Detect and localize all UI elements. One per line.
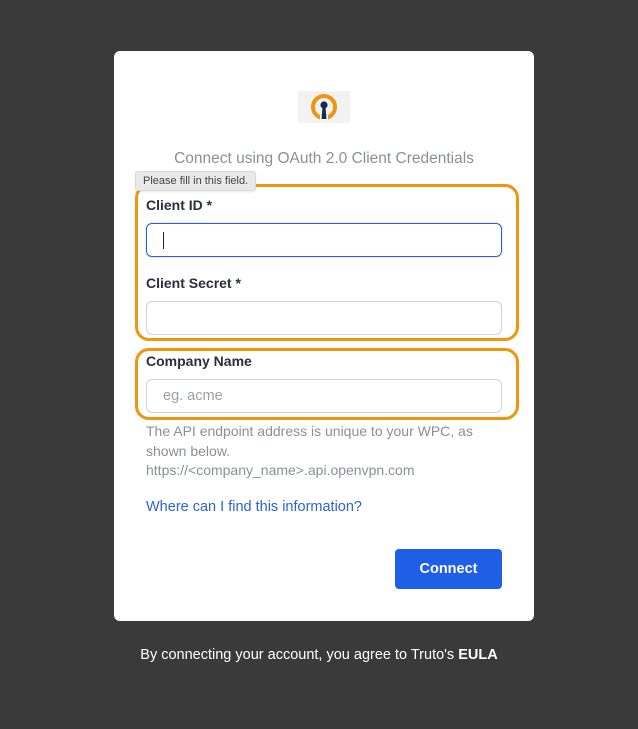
connect-button[interactable]: Connect xyxy=(395,549,502,589)
client-secret-input[interactable] xyxy=(146,301,502,335)
footer-agreement: By connecting your account, you agree to… xyxy=(0,647,638,663)
help-link[interactable]: Where can I find this information? xyxy=(146,499,362,515)
client-id-label: Client ID * xyxy=(146,197,213,213)
text-caret xyxy=(163,232,164,249)
validation-tooltip: Please fill in this field. xyxy=(135,171,257,191)
help-text-endpoint: https://<company_name>.api.openvpn.com xyxy=(146,462,415,478)
logo xyxy=(298,91,350,123)
eula-link[interactable]: EULA xyxy=(458,647,497,663)
help-text-line1: The API endpoint address is unique to yo… xyxy=(146,423,473,459)
dialog-subtitle: Connect using OAuth 2.0 Client Credentia… xyxy=(174,150,474,167)
connect-dialog: Connect using OAuth 2.0 Client Credentia… xyxy=(114,51,534,621)
company-name-input[interactable] xyxy=(146,379,502,413)
help-text: The API endpoint address is unique to yo… xyxy=(146,422,506,481)
client-id-input[interactable] xyxy=(146,223,502,257)
page: Connect using OAuth 2.0 Client Credentia… xyxy=(0,0,638,729)
footer-text: By connecting your account, you agree to… xyxy=(140,647,459,663)
client-secret-label: Client Secret * xyxy=(146,275,241,291)
company-name-label: Company Name xyxy=(146,353,252,369)
openvpn-logo-icon xyxy=(311,94,337,120)
